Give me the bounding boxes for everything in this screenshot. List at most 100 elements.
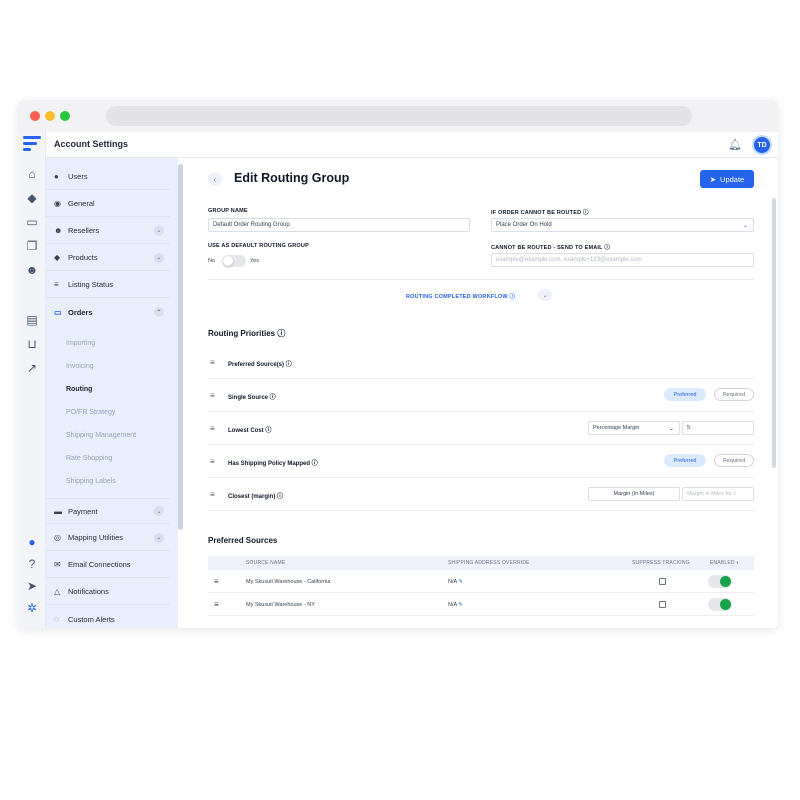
group-name-value: Default Order Routing Group (213, 222, 290, 228)
chevron-down-icon[interactable]: ⌄ (154, 506, 164, 516)
sidebar-subitem-shipping-labels[interactable]: Shipping Labels (66, 478, 116, 485)
inbox-icon[interactable]: ▭ (24, 214, 40, 230)
column-header: SUPPRESS TRACKING (632, 560, 690, 566)
maximize-window-dot[interactable] (60, 111, 70, 121)
required-pill[interactable]: Required (714, 454, 754, 467)
default-group-toggle[interactable] (222, 255, 246, 267)
sidebar-subitem-shipping-management[interactable]: Shipping Management (66, 432, 136, 439)
people-icon: ☻ (54, 226, 63, 235)
chevron-down-icon[interactable]: ⌄ (154, 252, 164, 263)
address-bar[interactable] (106, 106, 692, 126)
sidebar-subitem-po-fr-strategy[interactable]: PO/FR Strategy (66, 409, 115, 416)
chat-icon: ◌ (54, 614, 59, 624)
drag-handle-icon[interactable]: ≡ (210, 424, 215, 433)
cannot-route-select[interactable]: Place Order On Hold ⌄ (491, 218, 754, 232)
sidebar-subitem-invoicing[interactable]: Invoicing (66, 363, 94, 370)
sidebar-subitem-routing[interactable]: Routing (66, 386, 92, 393)
avatar[interactable]: TD (752, 135, 772, 155)
sidebar-item-listing-status[interactable]: ≡ Listing Status (46, 272, 170, 298)
margin-amount-field[interactable]: 5 (682, 421, 754, 435)
sidebar-item-products[interactable]: ◆ Products ⌄ (46, 245, 170, 271)
list-icon: ≡ (54, 280, 59, 289)
chat-icon[interactable]: ● (24, 534, 40, 550)
margin-miles-field[interactable]: Margin in Miles for c (682, 487, 754, 501)
browser-window: ⌂ ◆ ▭ ❐ ☻ ▤ ⊔ ↗ ● ? ➤ ✲ Account Settings… (18, 100, 778, 628)
priority-row[interactable]: ≡ Preferred Source(s) ⓘ (208, 346, 754, 379)
chevron-up-icon[interactable]: ⌃ (154, 307, 164, 317)
sidebar-item-payment[interactable]: ▬ Payment ⌄ (46, 498, 170, 524)
sidebar-item-resellers[interactable]: ☻ Resellers ⌄ (46, 218, 170, 244)
back-arrow-icon[interactable]: ‹ (208, 172, 222, 186)
margin-amount-value: 5 (687, 425, 691, 431)
suppress-tracking-checkbox[interactable] (659, 578, 666, 585)
sidebar-item-email-connections[interactable]: ✉ Email Connections (46, 552, 170, 578)
drag-handle-icon[interactable]: ≡ (210, 391, 215, 400)
notifications-bell-icon[interactable]: 🔔︎ (728, 138, 742, 151)
sidebar-scrollbar[interactable] (178, 164, 183, 530)
chevron-down-icon[interactable]: ⌄ (154, 225, 164, 236)
drag-handle-icon[interactable]: ≡ (210, 490, 215, 499)
drag-handle-icon[interactable]: ≡ (214, 600, 219, 609)
priority-row[interactable]: ≡ Single Source ⓘ Preferred Required (208, 379, 754, 412)
sidebar-item-mapping-utilities[interactable]: ◎ Mapping Utilities ⌄ (46, 525, 170, 551)
email-field[interactable]: example@example.com, example+123@example… (491, 253, 754, 267)
enabled-toggle[interactable] (708, 598, 732, 611)
group-name-field[interactable]: Default Order Routing Group (208, 218, 470, 232)
sidebar-item-users[interactable]: ● Users (46, 164, 170, 190)
info-icon: ⓘ (509, 294, 516, 300)
sidebar-subitem-rate-shopping[interactable]: Rate Shopping (66, 455, 112, 462)
preferred-sources-title: Preferred Sources (208, 536, 278, 545)
drag-handle-icon[interactable]: ≡ (214, 577, 219, 586)
suppress-tracking-checkbox[interactable] (659, 601, 666, 608)
update-button-label: Update (720, 174, 745, 184)
override-value: N/A ✎ (448, 602, 464, 608)
table-row[interactable]: ≡ My Skusuit Warehouse - California N/A … (208, 571, 754, 593)
close-window-dot[interactable] (30, 111, 40, 121)
chevron-down-icon[interactable]: ⌄ (154, 532, 164, 543)
sidebar-item-label: Mapping Utilities (68, 533, 124, 542)
priority-label: Lowest Cost ⓘ (228, 428, 272, 434)
document-icon[interactable]: ▤ (24, 312, 40, 328)
sidebar-subitem-importing[interactable]: Importing (66, 340, 95, 347)
drag-handle-icon[interactable]: ≡ (210, 358, 215, 367)
cart-icon[interactable]: ⊔ (24, 336, 40, 352)
users-icon[interactable]: ☻ (24, 262, 40, 278)
priority-row[interactable]: ≡ Has Shipping Policy Mapped ⓘ Preferred… (208, 445, 754, 478)
settings-sidebar: ● Users ◉ General ☻ Resellers ⌄ ◆ Produc… (46, 158, 178, 628)
enabled-toggle[interactable] (708, 575, 732, 588)
inbox-icon: ▭ (54, 307, 62, 317)
chart-icon[interactable]: ↗ (24, 360, 40, 376)
sidebar-item-custom-alerts[interactable]: ◌ Custom Alerts (46, 606, 170, 628)
margin-type-select[interactable]: Percentage Margin ⌄ (588, 421, 680, 435)
preferred-pill[interactable]: Preferred (664, 388, 706, 401)
sidebar-item-label: Orders (68, 307, 93, 317)
table-row[interactable]: ≡ My Skusuit Warehouse - NY N/A ✎ (208, 594, 754, 616)
margin-miles-label: Margin (In Miles) (588, 487, 680, 501)
app-logo[interactable] (23, 136, 41, 152)
email-placeholder: example@example.com, example+123@example… (496, 257, 642, 263)
help-icon[interactable]: ? (24, 556, 40, 572)
sidebar-item-notifications[interactable]: △ Notifications (46, 579, 170, 605)
sidebar-item-label: Custom Alerts (68, 614, 115, 624)
home-icon[interactable]: ⌂ (24, 166, 40, 182)
copy-icon[interactable]: ❐ (24, 238, 40, 254)
routing-workflow-link[interactable]: ROUTING COMPLETED WORKFLOW ⓘ (406, 292, 515, 300)
chevron-down-icon[interactable]: ⌄ (538, 289, 552, 301)
app: ⌂ ◆ ▭ ❐ ☻ ▤ ⊔ ↗ ● ? ➤ ✲ Account Settings… (18, 132, 778, 628)
tag-icon[interactable]: ◆ (24, 190, 40, 206)
sources-table-header: SOURCE NAME SHIPPING ADDRESS OVERRIDE SU… (208, 556, 754, 570)
rocket-icon[interactable]: ➤ (24, 578, 40, 594)
sidebar-item-general[interactable]: ◉ General (46, 191, 170, 217)
priority-row[interactable]: ≡ Lowest Cost ⓘ Percentage Margin ⌄ 5 (208, 412, 754, 445)
required-pill[interactable]: Required (714, 388, 754, 401)
settings-gear-icon[interactable]: ✲ (24, 600, 40, 616)
update-button[interactable]: ➤ Update (700, 170, 754, 188)
main-scrollbar[interactable] (772, 198, 776, 468)
preferred-pill[interactable]: Preferred (664, 454, 706, 467)
minimize-window-dot[interactable] (45, 111, 55, 121)
sidebar-item-label: General (68, 199, 95, 208)
priority-row[interactable]: ≡ Closest (margin) ⓘ Margin (In Miles) M… (208, 478, 754, 511)
mail-icon: ✉ (54, 560, 61, 569)
drag-handle-icon[interactable]: ≡ (210, 457, 215, 466)
sidebar-item-orders[interactable]: ▭ Orders ⌃ (46, 299, 170, 325)
